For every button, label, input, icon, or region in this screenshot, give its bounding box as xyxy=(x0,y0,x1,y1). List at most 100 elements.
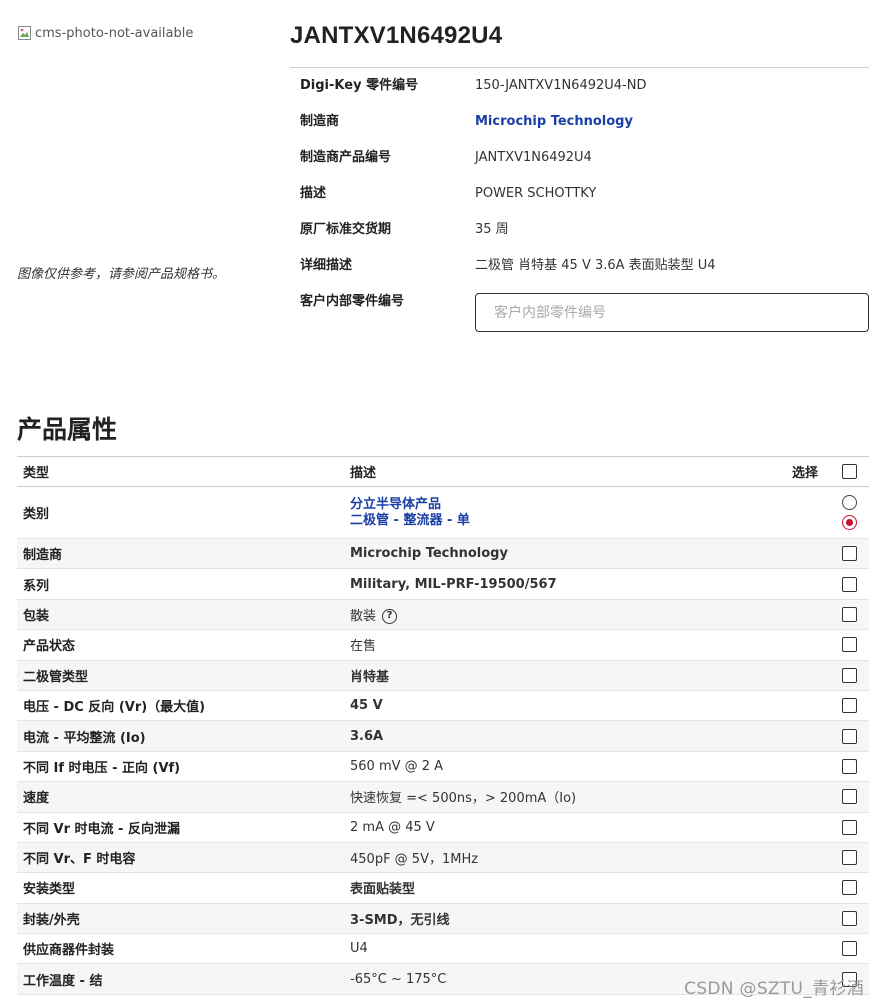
row-value-link[interactable]: 45 V xyxy=(344,690,774,722)
row-select xyxy=(774,690,869,722)
row-type: 类别 xyxy=(17,486,344,539)
row-type: 工作温度 - 结 xyxy=(17,963,344,995)
subcategory-radio[interactable] xyxy=(842,515,857,530)
row-checkbox[interactable] xyxy=(842,819,857,835)
row-checkbox[interactable] xyxy=(842,667,857,683)
row-select xyxy=(774,720,869,752)
row-type: 安装类型 xyxy=(17,872,344,904)
detail-value: POWER SCHOTTKY xyxy=(475,186,597,201)
product-image-placeholder: cms-photo-not-available xyxy=(17,25,193,41)
help-icon[interactable]: ? xyxy=(382,608,398,624)
header-type: 类型 xyxy=(17,456,344,487)
row-select xyxy=(774,629,869,661)
row-type: 制造商 xyxy=(17,538,344,570)
row-select xyxy=(774,812,869,843)
row-type: 电压 - DC 反向 (Vr)（最大值) xyxy=(17,690,344,722)
detail-label: 客户内部零件编号 xyxy=(300,294,405,309)
table-row: 电压 - DC 反向 (Vr)（最大值) 45 V xyxy=(17,690,869,722)
table-row: 二极管类型 肖特基 xyxy=(17,660,869,691)
row-type: 不同 Vr、F 时电容 xyxy=(17,842,344,874)
image-alt-text: cms-photo-not-available xyxy=(35,25,194,41)
subcategory-link[interactable]: 二极管 - 整流器 - 单 xyxy=(350,513,768,529)
row-value-link[interactable]: 3-SMD，无引线 xyxy=(344,903,774,935)
detail-label: 描述 xyxy=(300,186,327,201)
detail-label: Digi-Key 零件编号 xyxy=(300,78,419,93)
row-type: 产品状态 xyxy=(17,629,344,661)
row-type: 二极管类型 xyxy=(17,660,344,691)
row-type: 速度 xyxy=(17,781,344,813)
row-value-link[interactable]: 3.6A xyxy=(344,720,774,752)
table-row: 产品状态 在售 xyxy=(17,629,869,661)
category-link[interactable]: 分立半导体产品 xyxy=(350,497,768,513)
watermark: CSDN @SZTU_青衫酒 xyxy=(684,979,864,999)
detail-label: 制造商 xyxy=(300,114,340,129)
row-value-link[interactable]: 表面贴装型 xyxy=(344,872,774,904)
row-select xyxy=(774,781,869,813)
product-title: JANTXV1N6492U4 xyxy=(290,22,503,49)
row-type: 包装 xyxy=(17,599,344,631)
row-select xyxy=(774,538,869,570)
row-value: 在售 xyxy=(344,629,774,661)
row-select xyxy=(774,599,869,631)
detail-row-manufacturer: 制造商 Microchip Technology xyxy=(290,104,869,140)
row-value-link[interactable]: Military, MIL-PRF-19500/567 xyxy=(344,568,774,600)
category-radio[interactable] xyxy=(842,495,857,510)
table-row: 封装/外壳 3-SMD，无引线 xyxy=(17,903,869,935)
row-type: 供应商器件封装 xyxy=(17,933,344,965)
row-value: 560 mV @ 2 A xyxy=(344,751,774,783)
table-header-row: 类型 描述 选择 xyxy=(17,456,869,487)
product-attributes-table: 类型 描述 选择 类别 分立半导体产品 二极管 - 整流器 - 单 制造商 Mi… xyxy=(17,456,869,995)
row-checkbox[interactable] xyxy=(842,637,857,653)
header-select: 选择 xyxy=(774,456,869,487)
detail-row-mfr-part: 制造商产品编号 JANTXV1N6492U4 xyxy=(290,140,869,176)
table-row: 制造商 Microchip Technology xyxy=(17,538,869,570)
row-checkbox[interactable] xyxy=(842,910,857,926)
select-all-checkbox[interactable] xyxy=(842,464,857,479)
row-checkbox[interactable] xyxy=(842,850,857,866)
row-type: 电流 - 平均整流 (Io) xyxy=(17,720,344,752)
row-checkbox[interactable] xyxy=(842,789,857,805)
row-checkbox[interactable] xyxy=(842,606,857,622)
row-value: 2 mA @ 45 V xyxy=(344,812,774,843)
detail-row-digikey-part: Digi-Key 零件编号 150-JANTXV1N6492U4-ND xyxy=(290,68,869,104)
row-checkbox[interactable] xyxy=(842,698,857,714)
detail-row-description: 描述 POWER SCHOTTKY xyxy=(290,176,869,212)
detail-row-lead-time: 原厂标准交货期 35 周 xyxy=(290,212,869,248)
table-row: 系列 Military, MIL-PRF-19500/567 xyxy=(17,568,869,600)
row-checkbox[interactable] xyxy=(842,576,857,592)
customer-part-number-input[interactable] xyxy=(475,293,869,332)
row-description: 分立半导体产品 二极管 - 整流器 - 单 xyxy=(344,486,774,539)
detail-value: 二极管 肖特基 45 V 3.6A 表面贴装型 U4 xyxy=(475,258,716,273)
table-row: 供应商器件封装 U4 xyxy=(17,933,869,965)
header-description: 描述 xyxy=(344,456,774,487)
row-select xyxy=(774,872,869,904)
row-value-link[interactable]: Microchip Technology xyxy=(344,538,774,570)
table-row: 电流 - 平均整流 (Io) 3.6A xyxy=(17,720,869,752)
broken-image-icon xyxy=(17,25,33,41)
row-select xyxy=(774,660,869,691)
detail-label: 制造商产品编号 xyxy=(300,150,392,165)
detail-label: 详细描述 xyxy=(300,258,353,273)
row-value: 散装 xyxy=(350,608,377,624)
row-checkbox[interactable] xyxy=(842,546,857,562)
table-row: 不同 If 时电压 - 正向 (Vf) 560 mV @ 2 A xyxy=(17,751,869,783)
header-select-label: 选择 xyxy=(791,466,818,481)
row-value: U4 xyxy=(344,933,774,965)
row-type: 系列 xyxy=(17,568,344,600)
table-row: 不同 Vr、F 时电容 450pF @ 5V，1MHz xyxy=(17,842,869,874)
image-disclaimer: 图像仅供参考，请参阅产品规格书。 xyxy=(17,267,226,282)
table-row: 包装 散装? xyxy=(17,599,869,631)
row-value: 450pF @ 5V，1MHz xyxy=(344,842,774,874)
row-type: 封装/外壳 xyxy=(17,903,344,935)
table-row: 速度 快速恢复 =< 500ns，> 200mA（Io) xyxy=(17,781,869,813)
row-checkbox[interactable] xyxy=(842,758,857,774)
row-checkbox[interactable] xyxy=(842,728,857,744)
detail-value: JANTXV1N6492U4 xyxy=(475,150,592,165)
row-type: 不同 If 时电压 - 正向 (Vf) xyxy=(17,751,344,783)
table-row-category: 类别 分立半导体产品 二极管 - 整流器 - 单 xyxy=(17,486,869,539)
row-value-link[interactable]: 肖特基 xyxy=(344,660,774,691)
row-checkbox[interactable] xyxy=(842,941,857,957)
row-select xyxy=(774,933,869,965)
manufacturer-link[interactable]: Microchip Technology xyxy=(475,104,633,140)
row-checkbox[interactable] xyxy=(842,880,857,896)
